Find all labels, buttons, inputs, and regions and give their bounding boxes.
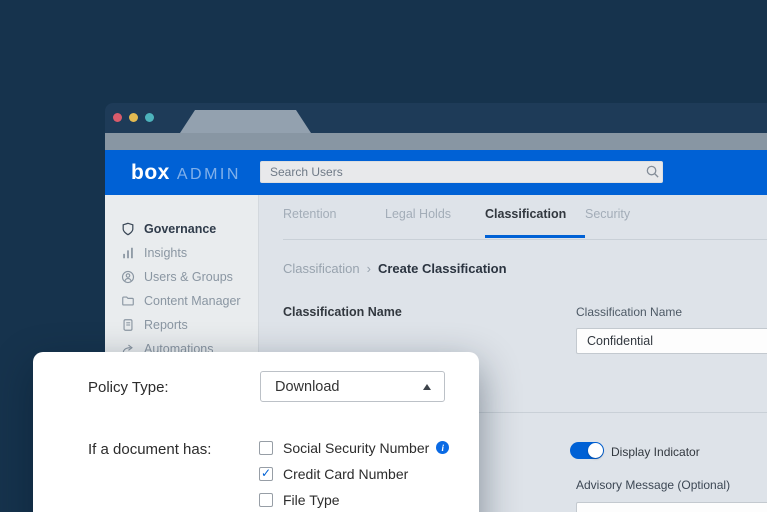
window-minimize-button[interactable] bbox=[129, 113, 138, 122]
window-close-button[interactable] bbox=[113, 113, 122, 122]
folder-icon bbox=[121, 294, 135, 308]
browser-titlebar bbox=[105, 103, 767, 133]
search-input[interactable] bbox=[260, 161, 663, 183]
sidebar-item-governance[interactable]: Governance bbox=[105, 217, 258, 241]
advisory-message-label: Advisory Message (Optional) bbox=[576, 478, 730, 492]
policy-settings-panel: Policy Type: Download If a document has:… bbox=[33, 352, 479, 512]
logo-admin-text: ADMIN bbox=[177, 166, 241, 184]
display-indicator-toggle[interactable] bbox=[570, 442, 604, 459]
tab-label: Security bbox=[585, 207, 630, 221]
document-has-label: If a document has: bbox=[88, 441, 211, 458]
breadcrumb-parent[interactable]: Classification bbox=[283, 261, 360, 276]
policy-type-dropdown[interactable]: Download bbox=[260, 371, 445, 402]
shield-icon bbox=[121, 222, 135, 236]
browser-tab[interactable] bbox=[180, 110, 311, 133]
tab-retention[interactable]: Retention bbox=[283, 207, 384, 221]
social-security-number-checkbox[interactable] bbox=[259, 441, 273, 455]
section-heading: Classification Name bbox=[283, 305, 402, 319]
tab-label: Retention bbox=[283, 207, 337, 221]
tab-bar: Retention Legal Holds Classification Sec… bbox=[283, 195, 767, 240]
sidebar-item-content-manager[interactable]: Content Manager bbox=[105, 289, 258, 313]
report-icon bbox=[121, 318, 135, 332]
sidebar-item-label: Users & Groups bbox=[144, 270, 233, 284]
advisory-message-input[interactable] bbox=[576, 502, 767, 512]
breadcrumb-current: Create Classification bbox=[378, 261, 507, 276]
browser-chrome-bar bbox=[105, 133, 767, 150]
checkbox-row-social-security-number[interactable]: Social Security Number i bbox=[259, 440, 449, 455]
checkbox-label: Credit Card Number bbox=[283, 466, 408, 482]
user-icon bbox=[121, 270, 135, 284]
sidebar-item-label: Reports bbox=[144, 318, 188, 332]
policy-type-value: Download bbox=[261, 379, 423, 395]
display-indicator-label: Display Indicator bbox=[611, 445, 700, 459]
policy-type-label: Policy Type: bbox=[88, 379, 169, 396]
tab-security[interactable]: Security bbox=[585, 207, 686, 221]
checkbox-row-credit-card-number[interactable]: Credit Card Number bbox=[259, 466, 449, 481]
sidebar-item-users-groups[interactable]: Users & Groups bbox=[105, 265, 258, 289]
logo-box-text: box bbox=[131, 161, 170, 185]
sidebar-item-label: Content Manager bbox=[144, 294, 241, 308]
sidebar-item-label: Insights bbox=[144, 246, 187, 260]
tab-label: Legal Holds bbox=[385, 207, 451, 221]
chevron-up-icon bbox=[423, 384, 431, 390]
checkbox-row-file-type[interactable]: File Type bbox=[259, 492, 449, 507]
tab-legal-holds[interactable]: Legal Holds bbox=[385, 207, 486, 221]
checkbox-label: Social Security Number bbox=[283, 440, 429, 456]
credit-card-number-checkbox[interactable] bbox=[259, 467, 273, 481]
file-type-checkbox[interactable] bbox=[259, 493, 273, 507]
breadcrumb-separator: › bbox=[367, 261, 371, 276]
box-admin-logo: box ADMIN bbox=[131, 161, 241, 185]
checkbox-label: File Type bbox=[283, 492, 340, 508]
toggle-knob bbox=[588, 443, 603, 458]
tab-label: Classification bbox=[485, 207, 566, 221]
page-background: { "colors": { "brand_blue": "#0061d5", "… bbox=[0, 0, 767, 512]
window-controls bbox=[113, 113, 154, 122]
breadcrumb: Classification › Create Classification bbox=[283, 261, 507, 276]
info-icon[interactable]: i bbox=[436, 441, 449, 454]
app-header: box ADMIN bbox=[105, 150, 767, 195]
sidebar-item-label: Governance bbox=[144, 222, 216, 236]
document-condition-list: Social Security Number i Credit Card Num… bbox=[259, 440, 449, 512]
bar-chart-icon bbox=[121, 246, 135, 260]
sidebar-item-reports[interactable]: Reports bbox=[105, 313, 258, 337]
classification-name-label: Classification Name bbox=[576, 305, 682, 319]
search-icon bbox=[645, 164, 660, 179]
classification-name-input[interactable] bbox=[576, 328, 767, 354]
window-fullscreen-button[interactable] bbox=[145, 113, 154, 122]
sidebar-item-insights[interactable]: Insights bbox=[105, 241, 258, 265]
tab-classification[interactable]: Classification bbox=[485, 207, 586, 221]
